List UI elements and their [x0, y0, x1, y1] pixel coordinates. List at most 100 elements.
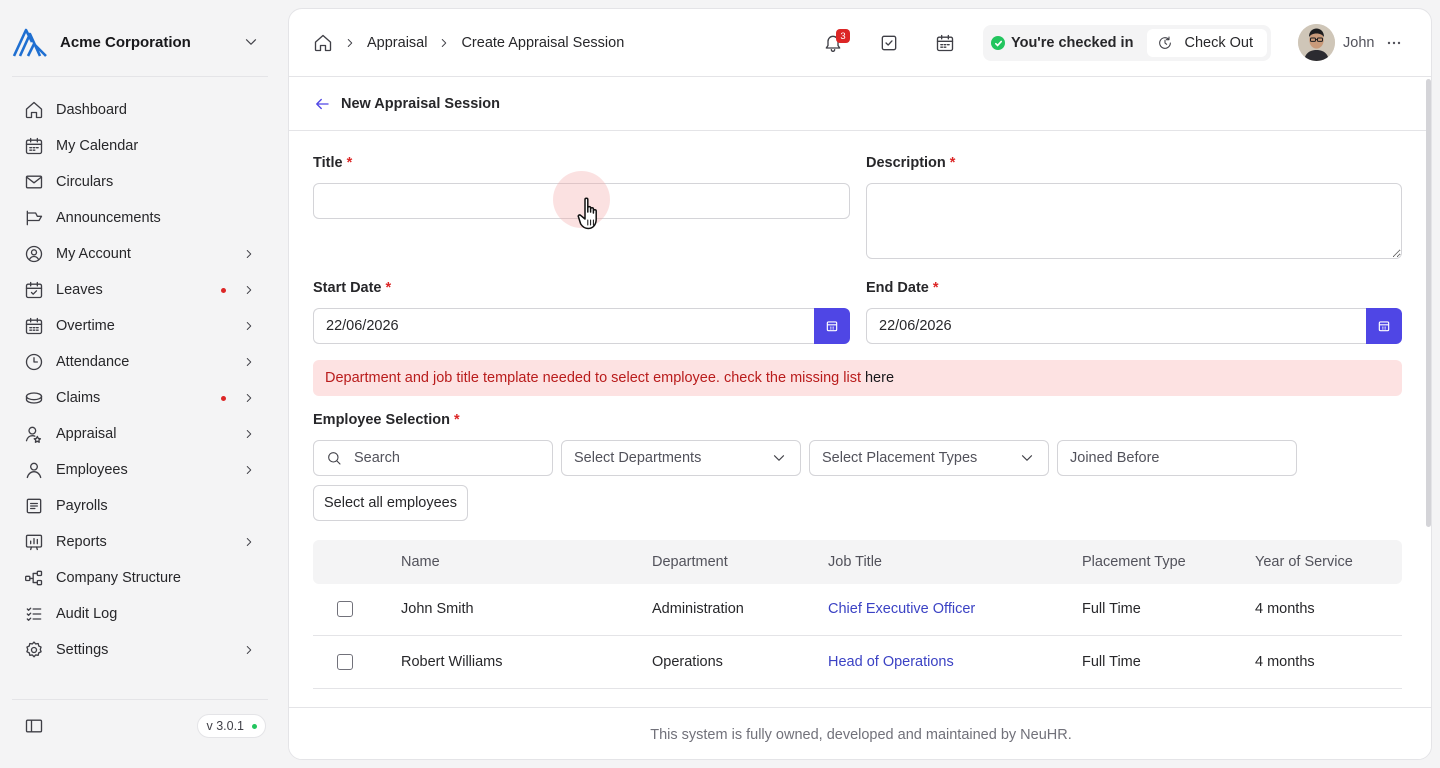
column-header-placement-type[interactable]: Placement Type — [1082, 540, 1186, 584]
task-check-icon[interactable] — [879, 33, 899, 53]
sidebar-item-payrolls[interactable]: Payrolls — [12, 488, 268, 524]
title-input[interactable] — [313, 183, 850, 219]
coins-icon — [25, 392, 43, 404]
checklist-icon — [26, 607, 42, 621]
start-date-input[interactable]: 22/06/2026 — [313, 308, 814, 344]
row-checkbox[interactable] — [337, 654, 353, 670]
breadcrumb-appraisal[interactable]: Appraisal — [367, 35, 427, 51]
column-header-job-title[interactable]: Job Title — [828, 540, 882, 584]
title-label-text: Title — [313, 155, 343, 171]
home-icon[interactable] — [313, 33, 333, 53]
end-date-input[interactable]: 22/06/2026 — [866, 308, 1366, 344]
employee-department: Operations — [652, 654, 723, 670]
departments-select[interactable]: Select Departments — [561, 440, 801, 476]
acme-logo-icon — [12, 28, 47, 57]
sidebar-item-appraisal[interactable]: Appraisal — [12, 416, 268, 452]
refresh-clock-icon — [1158, 36, 1171, 49]
sidebar-item-reports[interactable]: Reports — [12, 524, 268, 560]
sidebar-item-announcements[interactable]: Announcements — [12, 200, 268, 236]
more-horizontal-icon[interactable] — [1386, 35, 1402, 51]
sidebar-collapse-icon[interactable] — [24, 716, 44, 736]
home-icon — [25, 101, 43, 119]
notification-dot — [221, 287, 226, 293]
row-checkbox-cell — [337, 636, 353, 688]
main-panel: Appraisal Create Appraisal Session 3 You… — [288, 8, 1432, 760]
sidebar-item-claims[interactable]: Claims — [12, 380, 268, 416]
description-label-text: Description — [866, 155, 946, 171]
chevron-right-icon — [246, 466, 252, 474]
chevron-right-icon — [246, 430, 252, 438]
sidebar-item-leaves[interactable]: Leaves — [12, 272, 268, 308]
table-row[interactable]: Robert Williams Operations Head of Opera… — [313, 636, 1402, 689]
row-checkbox-cell — [337, 583, 353, 635]
version-badge: v 3.0.1 — [197, 714, 266, 738]
sidebar-item-my-account[interactable]: My Account — [12, 236, 268, 272]
check-out-button[interactable]: Check Out — [1146, 29, 1267, 57]
column-header-department[interactable]: Department — [652, 540, 728, 584]
sidebar-item-label: Announcements — [56, 210, 161, 226]
sidebar-item-label: My Calendar — [56, 138, 139, 154]
sidebar-item-label: Settings — [56, 642, 109, 658]
breadcrumb-current: Create Appraisal Session — [461, 35, 625, 51]
sidebar-item-settings[interactable]: Settings — [12, 632, 268, 668]
employee-selection-label-text: Employee Selection — [313, 412, 450, 428]
arrow-left-icon[interactable] — [313, 95, 331, 113]
employee-job-title-link[interactable]: Chief Executive Officer — [828, 583, 975, 635]
user-circle-icon — [25, 245, 43, 263]
report-icon — [25, 534, 43, 551]
sidebar-item-dashboard[interactable]: Dashboard — [12, 92, 268, 128]
user-menu[interactable]: John — [1298, 24, 1402, 61]
sidebar-item-label: Circulars — [56, 174, 114, 190]
end-date-label-text: End Date — [866, 280, 929, 296]
sidebar-item-my-calendar[interactable]: My Calendar — [12, 128, 268, 164]
avatar — [1298, 24, 1335, 61]
start-date-calendar-button[interactable] — [814, 308, 850, 344]
notification-dot — [221, 395, 226, 401]
sidebar-item-label: Audit Log — [56, 606, 118, 622]
check-out-label: Check Out — [1184, 35, 1254, 51]
joined-before-input[interactable]: Joined Before — [1057, 440, 1297, 476]
sidebar-item-label: Claims — [56, 390, 101, 406]
sidebar-item-label: Leaves — [56, 282, 103, 298]
version-text: v 3.0.1 — [206, 719, 244, 733]
checkin-widget: You're checked in Check Out — [983, 25, 1271, 61]
vertical-scrollbar[interactable] — [1426, 79, 1431, 527]
column-header-name[interactable]: Name — [401, 540, 440, 584]
sidebar-item-label: Overtime — [56, 318, 115, 334]
employee-selection-label: Employee Selection * — [313, 412, 460, 428]
search-icon — [328, 452, 341, 465]
sidebar-item-label: Employees — [56, 462, 128, 478]
sidebar-item-circulars[interactable]: Circulars — [12, 164, 268, 200]
alert-here-link[interactable]: here — [865, 370, 894, 386]
employee-job-title-link[interactable]: Head of Operations — [828, 636, 954, 688]
end-date-calendar-button[interactable] — [1366, 308, 1402, 344]
sidebar-item-overtime[interactable]: Overtime — [12, 308, 268, 344]
top-bar: Appraisal Create Appraisal Session 3 You… — [289, 9, 1431, 77]
end-date-label: End Date * — [866, 280, 939, 296]
column-header-year-of-service[interactable]: Year of Service — [1255, 540, 1353, 584]
sidebar-item-audit-log[interactable]: Audit Log — [12, 596, 268, 632]
chevron-right-icon — [246, 394, 252, 402]
calendar-grid-icon — [25, 317, 43, 335]
calendar-icon[interactable] — [935, 33, 955, 53]
employee-search-input[interactable]: Search — [313, 440, 553, 476]
sidebar-item-label: Company Structure — [56, 570, 181, 586]
chevron-right-icon — [246, 646, 252, 654]
description-textarea[interactable] — [866, 183, 1402, 259]
select-all-employees-button[interactable]: Select all employees — [313, 485, 468, 521]
status-dot — [252, 723, 257, 729]
required-mark: * — [385, 280, 392, 296]
sidebar-item-employees[interactable]: Employees — [12, 452, 268, 488]
employee-name: John Smith — [401, 601, 474, 617]
table-header: Name Department Job Title Placement Type… — [313, 540, 1402, 584]
user-name: John — [1343, 34, 1375, 51]
placement-types-select[interactable]: Select Placement Types — [809, 440, 1049, 476]
row-checkbox[interactable] — [337, 601, 353, 617]
receipt-icon — [26, 498, 42, 514]
table-row[interactable]: John Smith Administration Chief Executiv… — [313, 583, 1402, 636]
sidebar-item-attendance[interactable]: Attendance — [12, 344, 268, 380]
required-mark: * — [454, 412, 460, 428]
org-switcher[interactable]: Acme Corporation — [12, 24, 268, 60]
sidebar-item-company-structure[interactable]: Company Structure — [12, 560, 268, 596]
chevron-right-icon — [246, 250, 252, 258]
